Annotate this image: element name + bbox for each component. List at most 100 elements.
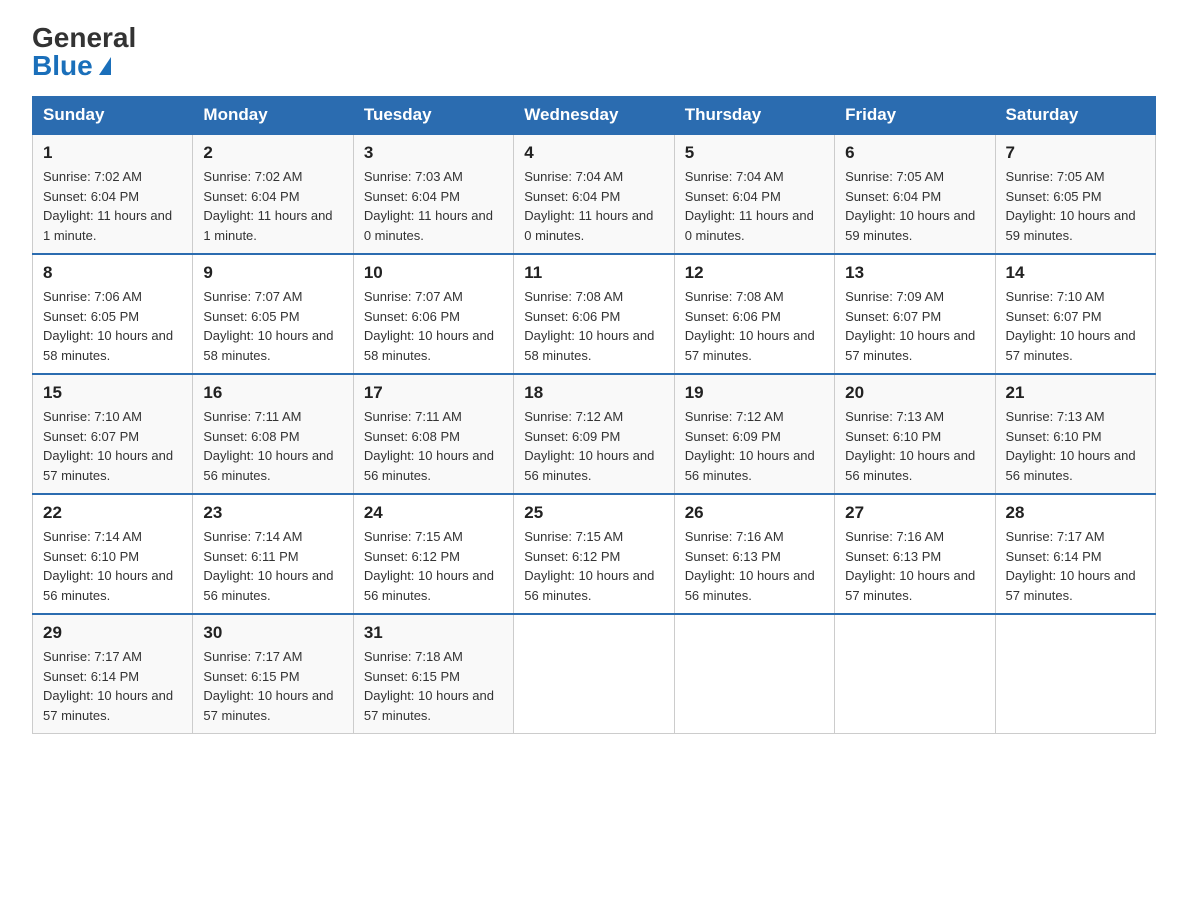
day-number: 30 (203, 623, 342, 643)
col-monday: Monday (193, 97, 353, 135)
col-saturday: Saturday (995, 97, 1155, 135)
day-info: Sunrise: 7:15 AM Sunset: 6:12 PM Dayligh… (364, 527, 503, 605)
table-row: 21 Sunrise: 7:13 AM Sunset: 6:10 PM Dayl… (995, 374, 1155, 494)
day-number: 12 (685, 263, 824, 283)
page-header: General Blue (32, 24, 1156, 80)
table-row: 12 Sunrise: 7:08 AM Sunset: 6:06 PM Dayl… (674, 254, 834, 374)
day-number: 16 (203, 383, 342, 403)
day-number: 14 (1006, 263, 1145, 283)
day-number: 7 (1006, 143, 1145, 163)
day-number: 3 (364, 143, 503, 163)
table-row: 20 Sunrise: 7:13 AM Sunset: 6:10 PM Dayl… (835, 374, 995, 494)
col-thursday: Thursday (674, 97, 834, 135)
day-info: Sunrise: 7:04 AM Sunset: 6:04 PM Dayligh… (685, 167, 824, 245)
day-number: 28 (1006, 503, 1145, 523)
day-number: 5 (685, 143, 824, 163)
table-row: 9 Sunrise: 7:07 AM Sunset: 6:05 PM Dayli… (193, 254, 353, 374)
day-number: 27 (845, 503, 984, 523)
day-info: Sunrise: 7:13 AM Sunset: 6:10 PM Dayligh… (845, 407, 984, 485)
day-number: 31 (364, 623, 503, 643)
table-row: 19 Sunrise: 7:12 AM Sunset: 6:09 PM Dayl… (674, 374, 834, 494)
day-info: Sunrise: 7:08 AM Sunset: 6:06 PM Dayligh… (524, 287, 663, 365)
table-row: 17 Sunrise: 7:11 AM Sunset: 6:08 PM Dayl… (353, 374, 513, 494)
table-row: 7 Sunrise: 7:05 AM Sunset: 6:05 PM Dayli… (995, 134, 1155, 254)
table-row: 11 Sunrise: 7:08 AM Sunset: 6:06 PM Dayl… (514, 254, 674, 374)
day-info: Sunrise: 7:08 AM Sunset: 6:06 PM Dayligh… (685, 287, 824, 365)
table-row: 29 Sunrise: 7:17 AM Sunset: 6:14 PM Dayl… (33, 614, 193, 734)
logo-blue-text: Blue (32, 52, 111, 80)
logo-general-text: General (32, 24, 136, 52)
day-number: 17 (364, 383, 503, 403)
logo: General Blue (32, 24, 136, 80)
col-sunday: Sunday (33, 97, 193, 135)
day-number: 22 (43, 503, 182, 523)
day-number: 8 (43, 263, 182, 283)
table-row: 18 Sunrise: 7:12 AM Sunset: 6:09 PM Dayl… (514, 374, 674, 494)
day-number: 13 (845, 263, 984, 283)
col-tuesday: Tuesday (353, 97, 513, 135)
table-row: 2 Sunrise: 7:02 AM Sunset: 6:04 PM Dayli… (193, 134, 353, 254)
table-row (995, 614, 1155, 734)
calendar-header-row: Sunday Monday Tuesday Wednesday Thursday… (33, 97, 1156, 135)
table-row: 3 Sunrise: 7:03 AM Sunset: 6:04 PM Dayli… (353, 134, 513, 254)
table-row: 10 Sunrise: 7:07 AM Sunset: 6:06 PM Dayl… (353, 254, 513, 374)
table-row (835, 614, 995, 734)
table-row: 31 Sunrise: 7:18 AM Sunset: 6:15 PM Dayl… (353, 614, 513, 734)
day-number: 20 (845, 383, 984, 403)
day-number: 4 (524, 143, 663, 163)
day-number: 23 (203, 503, 342, 523)
day-info: Sunrise: 7:11 AM Sunset: 6:08 PM Dayligh… (203, 407, 342, 485)
table-row: 28 Sunrise: 7:17 AM Sunset: 6:14 PM Dayl… (995, 494, 1155, 614)
day-number: 15 (43, 383, 182, 403)
day-info: Sunrise: 7:05 AM Sunset: 6:04 PM Dayligh… (845, 167, 984, 245)
table-row: 14 Sunrise: 7:10 AM Sunset: 6:07 PM Dayl… (995, 254, 1155, 374)
table-row: 27 Sunrise: 7:16 AM Sunset: 6:13 PM Dayl… (835, 494, 995, 614)
table-row: 8 Sunrise: 7:06 AM Sunset: 6:05 PM Dayli… (33, 254, 193, 374)
table-row: 5 Sunrise: 7:04 AM Sunset: 6:04 PM Dayli… (674, 134, 834, 254)
day-number: 1 (43, 143, 182, 163)
day-info: Sunrise: 7:16 AM Sunset: 6:13 PM Dayligh… (685, 527, 824, 605)
day-number: 11 (524, 263, 663, 283)
day-info: Sunrise: 7:03 AM Sunset: 6:04 PM Dayligh… (364, 167, 503, 245)
day-info: Sunrise: 7:04 AM Sunset: 6:04 PM Dayligh… (524, 167, 663, 245)
day-info: Sunrise: 7:02 AM Sunset: 6:04 PM Dayligh… (203, 167, 342, 245)
day-info: Sunrise: 7:12 AM Sunset: 6:09 PM Dayligh… (524, 407, 663, 485)
day-number: 24 (364, 503, 503, 523)
table-row: 23 Sunrise: 7:14 AM Sunset: 6:11 PM Dayl… (193, 494, 353, 614)
calendar-table: Sunday Monday Tuesday Wednesday Thursday… (32, 96, 1156, 734)
day-number: 2 (203, 143, 342, 163)
day-number: 18 (524, 383, 663, 403)
table-row: 25 Sunrise: 7:15 AM Sunset: 6:12 PM Dayl… (514, 494, 674, 614)
day-number: 26 (685, 503, 824, 523)
calendar-week-row: 22 Sunrise: 7:14 AM Sunset: 6:10 PM Dayl… (33, 494, 1156, 614)
table-row: 24 Sunrise: 7:15 AM Sunset: 6:12 PM Dayl… (353, 494, 513, 614)
day-info: Sunrise: 7:12 AM Sunset: 6:09 PM Dayligh… (685, 407, 824, 485)
table-row (674, 614, 834, 734)
day-number: 25 (524, 503, 663, 523)
table-row: 30 Sunrise: 7:17 AM Sunset: 6:15 PM Dayl… (193, 614, 353, 734)
table-row: 15 Sunrise: 7:10 AM Sunset: 6:07 PM Dayl… (33, 374, 193, 494)
col-friday: Friday (835, 97, 995, 135)
calendar-week-row: 8 Sunrise: 7:06 AM Sunset: 6:05 PM Dayli… (33, 254, 1156, 374)
day-info: Sunrise: 7:10 AM Sunset: 6:07 PM Dayligh… (1006, 287, 1145, 365)
day-info: Sunrise: 7:14 AM Sunset: 6:10 PM Dayligh… (43, 527, 182, 605)
day-number: 29 (43, 623, 182, 643)
calendar-week-row: 1 Sunrise: 7:02 AM Sunset: 6:04 PM Dayli… (33, 134, 1156, 254)
day-info: Sunrise: 7:15 AM Sunset: 6:12 PM Dayligh… (524, 527, 663, 605)
day-info: Sunrise: 7:17 AM Sunset: 6:14 PM Dayligh… (43, 647, 182, 725)
day-number: 6 (845, 143, 984, 163)
table-row: 26 Sunrise: 7:16 AM Sunset: 6:13 PM Dayl… (674, 494, 834, 614)
table-row: 16 Sunrise: 7:11 AM Sunset: 6:08 PM Dayl… (193, 374, 353, 494)
col-wednesday: Wednesday (514, 97, 674, 135)
day-number: 10 (364, 263, 503, 283)
day-info: Sunrise: 7:17 AM Sunset: 6:15 PM Dayligh… (203, 647, 342, 725)
day-number: 19 (685, 383, 824, 403)
day-info: Sunrise: 7:06 AM Sunset: 6:05 PM Dayligh… (43, 287, 182, 365)
day-info: Sunrise: 7:07 AM Sunset: 6:05 PM Dayligh… (203, 287, 342, 365)
day-info: Sunrise: 7:17 AM Sunset: 6:14 PM Dayligh… (1006, 527, 1145, 605)
calendar-week-row: 29 Sunrise: 7:17 AM Sunset: 6:14 PM Dayl… (33, 614, 1156, 734)
day-info: Sunrise: 7:02 AM Sunset: 6:04 PM Dayligh… (43, 167, 182, 245)
calendar-week-row: 15 Sunrise: 7:10 AM Sunset: 6:07 PM Dayl… (33, 374, 1156, 494)
day-info: Sunrise: 7:16 AM Sunset: 6:13 PM Dayligh… (845, 527, 984, 605)
day-number: 9 (203, 263, 342, 283)
